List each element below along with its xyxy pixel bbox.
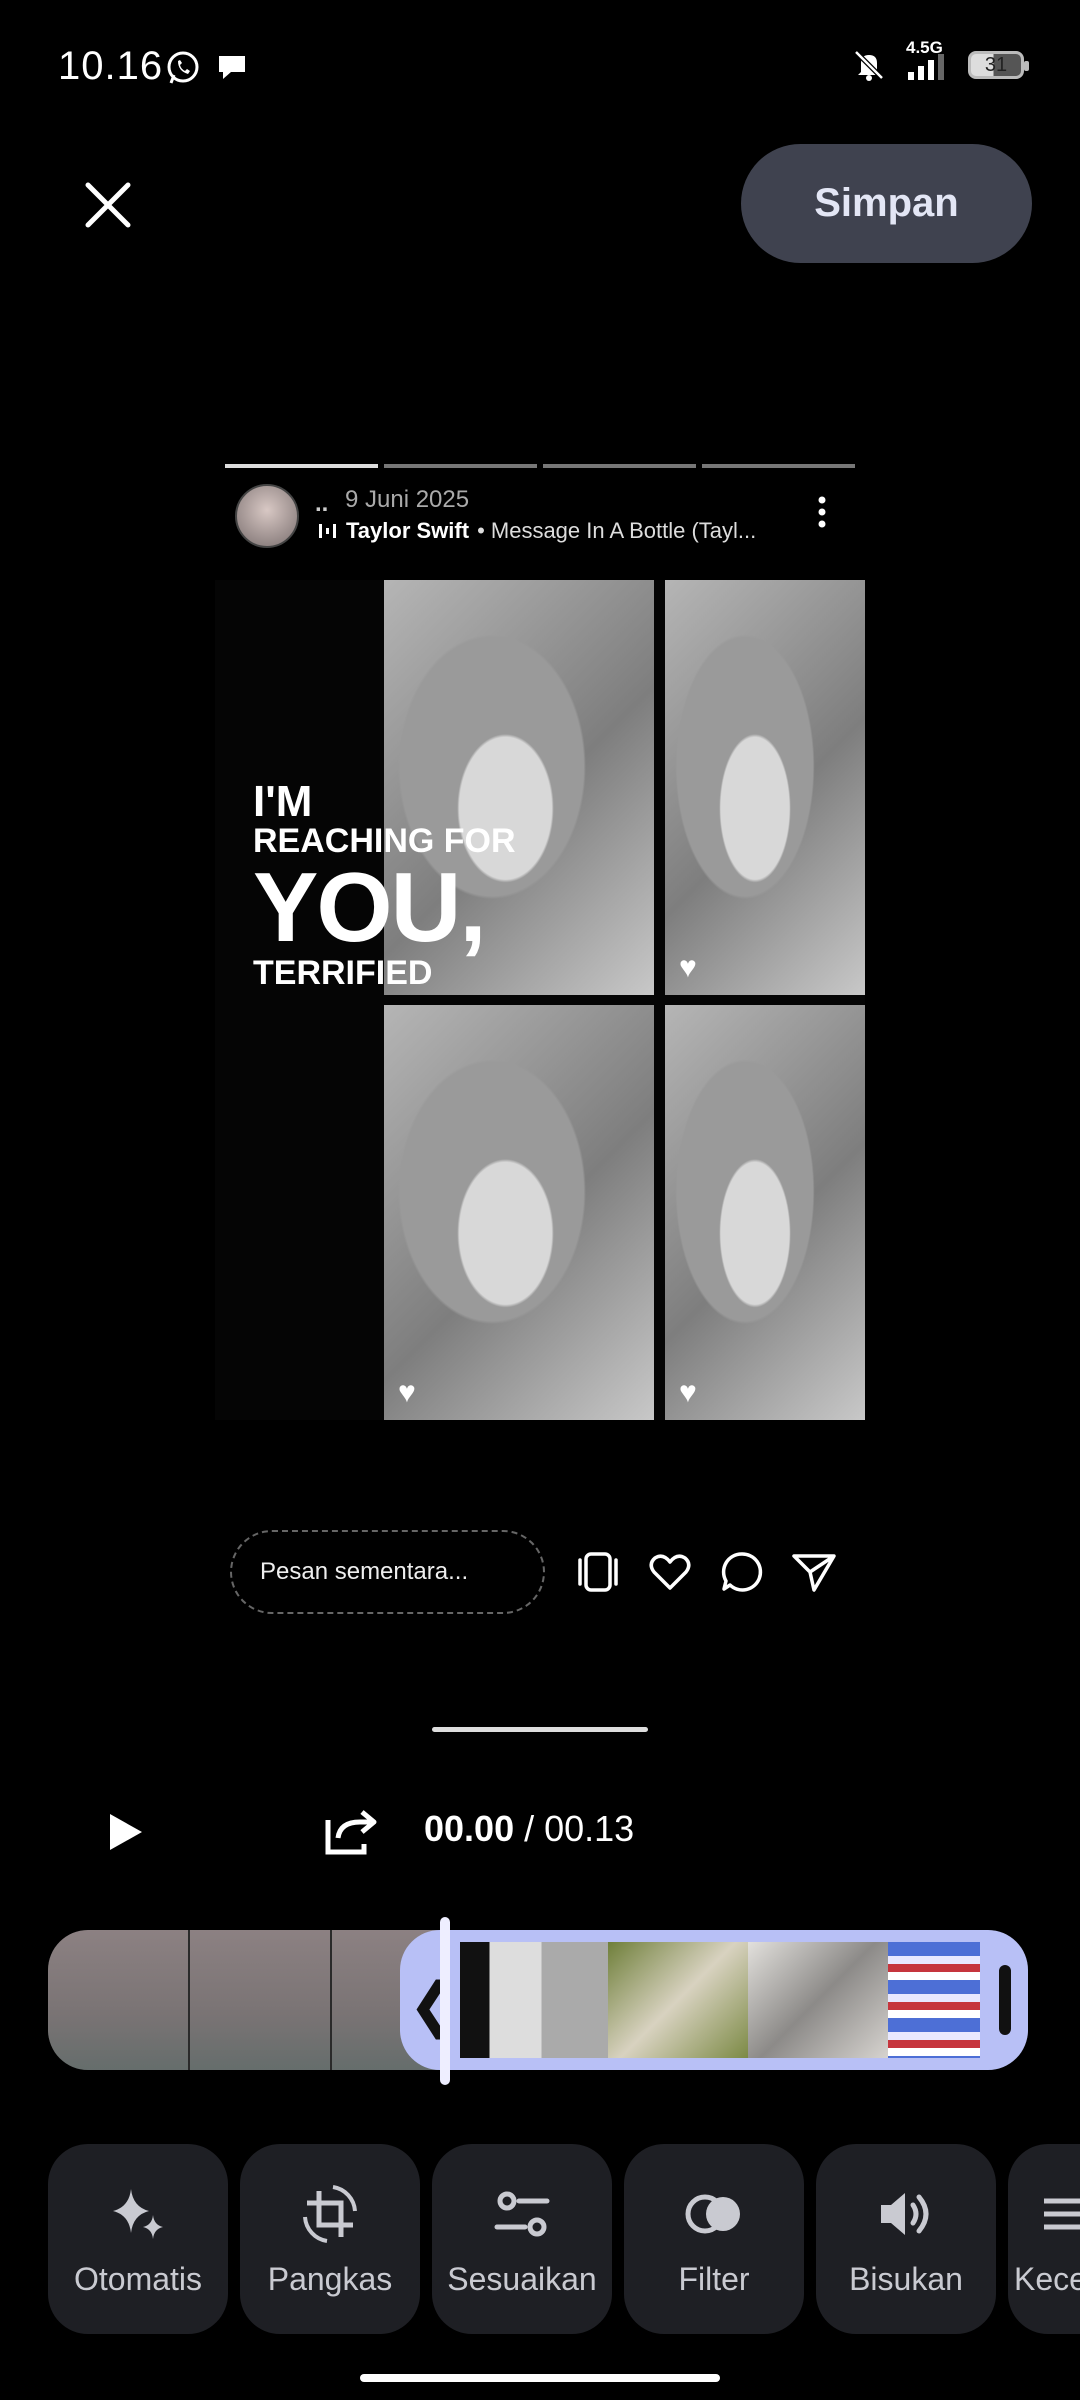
tool-label: Pangkas: [267, 2260, 393, 2297]
trim-clips: [460, 1942, 980, 2058]
status-system-icons: 4.5G 31: [852, 38, 1029, 82]
heart-icon: ♥: [679, 951, 697, 984]
story-progress-segment: [225, 464, 378, 468]
story-image: ♥ ♥ ♥ I'M REACHING FOR YOU, TERRIFIED: [215, 580, 865, 1420]
signal-icon: 4.5G: [904, 38, 950, 82]
photo-tile: ♥: [665, 580, 865, 995]
crop-rotate-icon: [303, 2184, 357, 2243]
story-progress-segment: [702, 464, 855, 468]
heart-icon: ♥: [679, 1376, 697, 1409]
photo-tile: ♥: [665, 1005, 865, 1420]
lyric-line: YOU,: [253, 852, 487, 962]
tool-label: Kece: [1014, 2260, 1080, 2297]
status-notification-icons: [165, 50, 249, 86]
trim-start-handle[interactable]: ❮: [408, 1970, 458, 2040]
reply-input: Pesan sementara...: [230, 1530, 545, 1614]
more-vert-icon: [818, 496, 826, 528]
timeline-frame: [608, 1942, 748, 2058]
story-progress-bar: [225, 464, 855, 468]
send-icon: [792, 1554, 836, 1592]
speed-icon: [1044, 2198, 1080, 2229]
play-icon[interactable]: [100, 1808, 148, 1856]
home-indicator[interactable]: [360, 2374, 720, 2382]
comment-icon: [721, 1552, 763, 1592]
chat-bubble-icon: [219, 56, 245, 79]
photo-tile: ♥: [384, 1005, 654, 1420]
story-progress-segment: [543, 464, 696, 468]
export-icon[interactable]: [320, 1800, 380, 1860]
tool-bisukan[interactable]: Bisukan: [816, 2144, 996, 2334]
avatar: [235, 484, 299, 548]
save-button[interactable]: Simpan: [741, 144, 1032, 263]
filter-icon: [685, 2194, 740, 2233]
timeline-frame: [888, 1942, 980, 2058]
story-artist: Taylor Swift: [346, 518, 470, 543]
timeline-frame: [460, 1942, 608, 2058]
bell-off-icon: [854, 50, 884, 81]
heart-icon: ♥: [398, 1376, 416, 1409]
current-time: 00.00: [424, 1808, 515, 1849]
stack-icon: [578, 1552, 618, 1592]
story-progress-segment: [384, 464, 537, 468]
playhead[interactable]: [440, 1917, 450, 2085]
status-time: 10.16: [58, 44, 164, 88]
playback-time: 00.00 / 00.13: [424, 1808, 634, 1850]
timeline-frame: [748, 1942, 888, 2058]
tool-label: Otomatis: [73, 2260, 203, 2297]
close-icon[interactable]: [78, 175, 138, 235]
sparkle-icon: [113, 2188, 163, 2239]
tool-pangkas[interactable]: Pangkas: [240, 2144, 420, 2334]
story-music-info: Taylor Swift • Message In A Bottle (Tayl…: [318, 518, 756, 544]
tool-otomatis[interactable]: Otomatis: [48, 2144, 228, 2334]
time-separator: /: [514, 1808, 545, 1849]
total-time: 00.13: [544, 1808, 635, 1849]
lyric-overlay: I'M REACHING FOR YOU, TERRIFIED: [253, 777, 516, 991]
volume-icon: [881, 2192, 929, 2235]
lyric-line: I'M: [253, 777, 313, 826]
timeline-frame: [190, 1930, 330, 2070]
timeline-frame: [48, 1930, 188, 2070]
tool-label: Sesuaikan: [447, 2260, 597, 2297]
tool-filter[interactable]: Filter: [624, 2144, 804, 2334]
battery-icon: 31: [968, 51, 1029, 79]
drag-handle[interactable]: [432, 1727, 648, 1732]
tool-sesuaikan[interactable]: Sesuaikan: [432, 2144, 612, 2334]
network-label: 4.5G: [906, 38, 943, 57]
music-bars-icon: [319, 524, 336, 538]
battery-level: 31: [984, 53, 1008, 76]
story-date: 9 Juni 2025: [345, 486, 470, 513]
trim-end-handle[interactable]: [999, 1965, 1011, 2035]
adjust-icon: [494, 2191, 550, 2236]
tool-label: Bisukan: [849, 2260, 963, 2297]
story-username: ..: [315, 490, 329, 517]
whatsapp-icon: [167, 51, 199, 84]
story-song: • Message In A Bottle (Tayl...: [477, 518, 757, 543]
tool-kece[interactable]: Kece: [1008, 2144, 1080, 2334]
tool-label: Filter: [678, 2260, 750, 2297]
heart-outline-icon: [649, 1554, 691, 1590]
